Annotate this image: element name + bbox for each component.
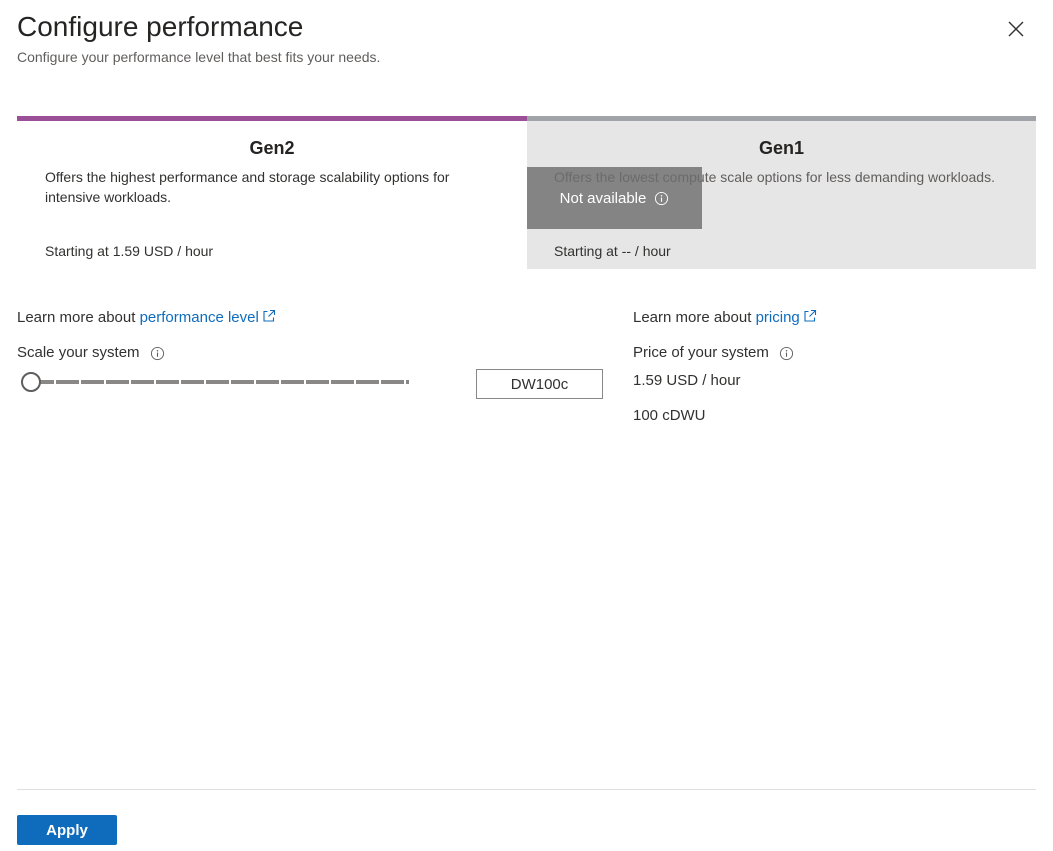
tier-title: Gen1 — [758, 138, 805, 158]
info-icon[interactable] — [779, 346, 794, 361]
price-hourly: 1.59 USD / hour — [633, 372, 741, 389]
tier-card-gen2[interactable]: Gen2 Offers the highest performance and … — [17, 116, 527, 269]
tier-description: Offers the highest performance and stora… — [45, 169, 450, 205]
info-icon — [655, 191, 669, 205]
learn-more-prefix: Learn more about — [633, 309, 756, 326]
tier-price: Starting at -- / hour — [554, 243, 671, 259]
close-icon — [1008, 21, 1024, 37]
learn-more-pricing: Learn more about pricing — [633, 308, 817, 328]
scale-slider[interactable] — [21, 372, 411, 392]
scale-value-input[interactable] — [476, 369, 603, 399]
learn-more-prefix: Learn more about — [17, 309, 140, 326]
apply-button[interactable]: Apply — [17, 815, 117, 845]
learn-more-performance: Learn more about performance level — [17, 308, 276, 328]
slider-thumb[interactable] — [21, 372, 41, 392]
footer-divider — [17, 789, 1036, 790]
pricing-link-text: pricing — [755, 309, 800, 326]
info-icon[interactable] — [150, 346, 165, 361]
slider-track[interactable] — [31, 380, 409, 384]
performance-level-link[interactable]: performance level — [140, 309, 276, 326]
performance-level-link-text: performance level — [139, 309, 259, 326]
scale-label-text: Scale your system — [17, 344, 140, 361]
pricing-link[interactable]: pricing — [756, 309, 817, 326]
close-button[interactable] — [1004, 17, 1028, 41]
price-label: Price of your system — [633, 343, 794, 363]
page-title: Configure performance — [17, 11, 304, 42]
scale-label: Scale your system — [17, 343, 165, 363]
price-units: 100 cDWU — [633, 407, 706, 424]
not-available-overlay: Not available — [527, 167, 702, 229]
not-available-label: Not available — [559, 189, 647, 207]
price-label-text: Price of your system — [633, 344, 769, 361]
configure-performance-panel: Configure performance Configure your per… — [0, 0, 1053, 851]
tier-price: Starting at 1.59 USD / hour — [45, 243, 214, 259]
page-subtitle: Configure your performance level that be… — [17, 49, 381, 65]
external-link-icon — [263, 309, 275, 322]
external-link-icon — [804, 309, 816, 322]
tier-title: Gen2 — [249, 138, 295, 158]
